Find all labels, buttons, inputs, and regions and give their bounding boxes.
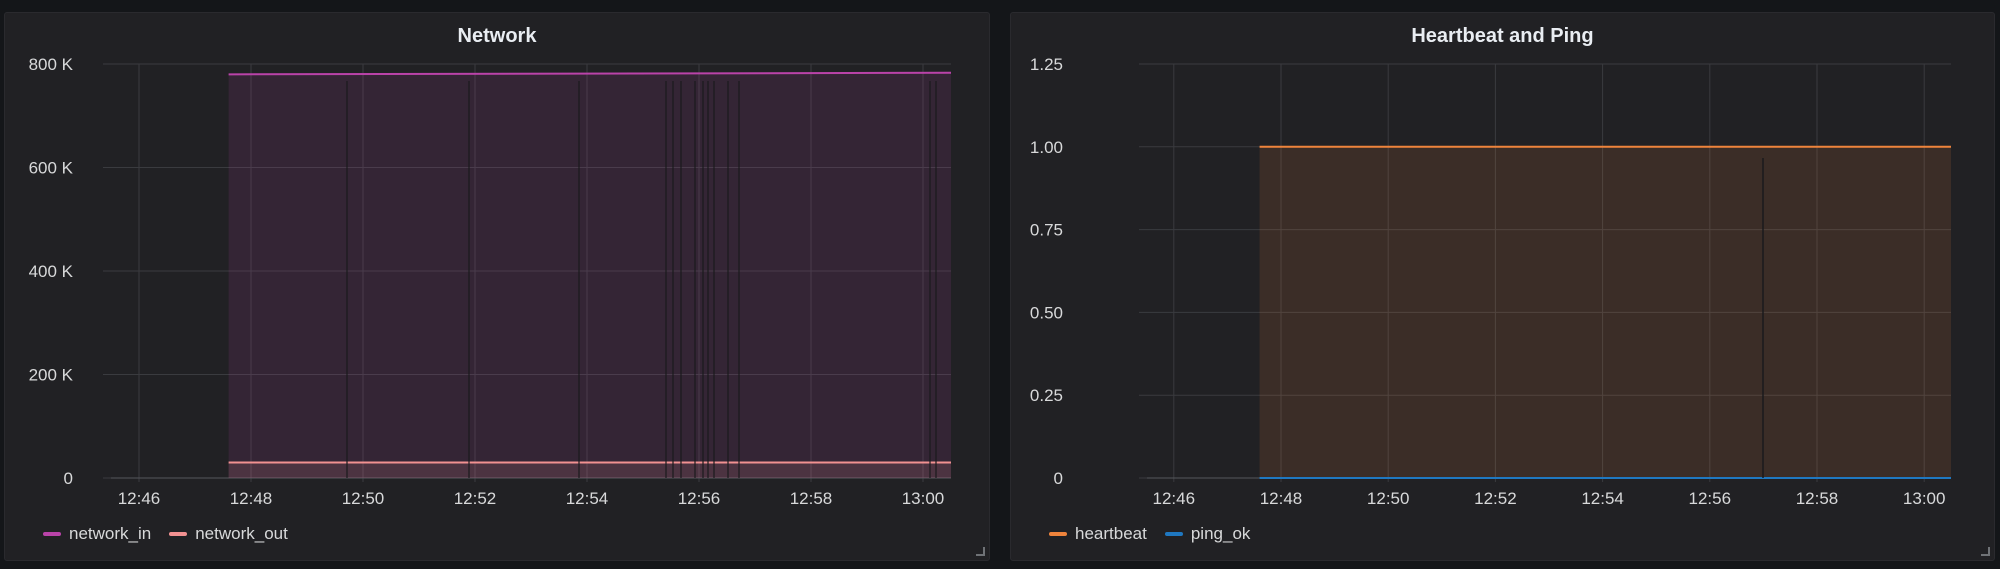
legend-item-heartbeat[interactable]: heartbeat xyxy=(1049,524,1147,544)
x-tick-label: 12:50 xyxy=(342,489,385,508)
y-tick-label: 800 K xyxy=(29,55,74,74)
y-tick-label: 0.75 xyxy=(1030,221,1063,240)
x-tick-label: 12:52 xyxy=(1474,489,1517,508)
series-area-heartbeat xyxy=(1259,146,1951,479)
x-tick-label: 12:54 xyxy=(566,489,609,508)
legend-label: heartbeat xyxy=(1075,524,1147,543)
x-tick-label: 12:56 xyxy=(678,489,721,508)
x-tick-label: 13:00 xyxy=(1903,489,1946,508)
series-area-network-out xyxy=(228,462,952,478)
x-tick-label: 12:58 xyxy=(790,489,833,508)
x-tick-label: 12:46 xyxy=(118,489,161,508)
x-tick-label: 12:48 xyxy=(230,489,273,508)
y-tick-label: 200 K xyxy=(29,366,74,385)
network-panel: Network 0 200 K 400 K 600 K 800 K 12:46 12:48 1… xyxy=(4,12,990,561)
x-tick-label: 13:00 xyxy=(902,489,945,508)
legend-item-network-out[interactable]: network_out xyxy=(169,524,288,544)
legend: network_in network_out xyxy=(43,524,288,544)
y-tick-label: 0 xyxy=(1054,469,1063,488)
x-tick-label: 12:58 xyxy=(1796,489,1839,508)
y-tick-label: 600 K xyxy=(29,159,74,178)
legend-swatch xyxy=(1164,532,1183,536)
legend: heartbeat ping_ok xyxy=(1049,524,1250,544)
x-tick-label: 12:46 xyxy=(1153,489,1196,508)
y-tick-label: 0.25 xyxy=(1030,386,1063,405)
legend-swatch xyxy=(169,532,188,536)
legend-item-network-in[interactable]: network_in xyxy=(43,524,151,544)
legend-item-ping-ok[interactable]: ping_ok xyxy=(1164,524,1251,544)
x-tick-label: 12:56 xyxy=(1689,489,1732,508)
legend-label: network_in xyxy=(69,524,152,543)
heartbeat-ping-panel: Heartbeat and Ping 0 0.25 0.50 0.75 1.00 1.25… xyxy=(1010,12,1995,561)
y-tick-label: 1.00 xyxy=(1030,138,1063,157)
legend-swatch xyxy=(43,532,61,536)
resize-handle[interactable] xyxy=(976,547,985,556)
x-tick-label: 12:48 xyxy=(1260,489,1303,508)
y-tick-label: 0.50 xyxy=(1030,303,1063,322)
series-area-network-in xyxy=(228,72,952,479)
y-tick-label: 400 K xyxy=(29,262,74,281)
y-tick-label: 1.25 xyxy=(1030,55,1063,74)
heartbeat-ping-chart[interactable]: 0 0.25 0.50 0.75 1.00 1.25 12:46 12:48 12:50 12:5… xyxy=(1011,13,1996,513)
x-tick-label: 12:50 xyxy=(1367,489,1410,508)
legend-swatch xyxy=(1049,532,1067,536)
y-tick-label: 0 xyxy=(64,469,73,488)
resize-handle[interactable] xyxy=(1981,547,1990,556)
network-chart[interactable]: 0 200 K 400 K 600 K 800 K 12:46 12:48 12:50 12:5… xyxy=(5,13,991,513)
x-tick-label: 12:52 xyxy=(454,489,497,508)
legend-label: network_out xyxy=(195,524,288,543)
x-tick-label: 12:54 xyxy=(1581,489,1624,508)
legend-label: ping_ok xyxy=(1190,524,1251,543)
